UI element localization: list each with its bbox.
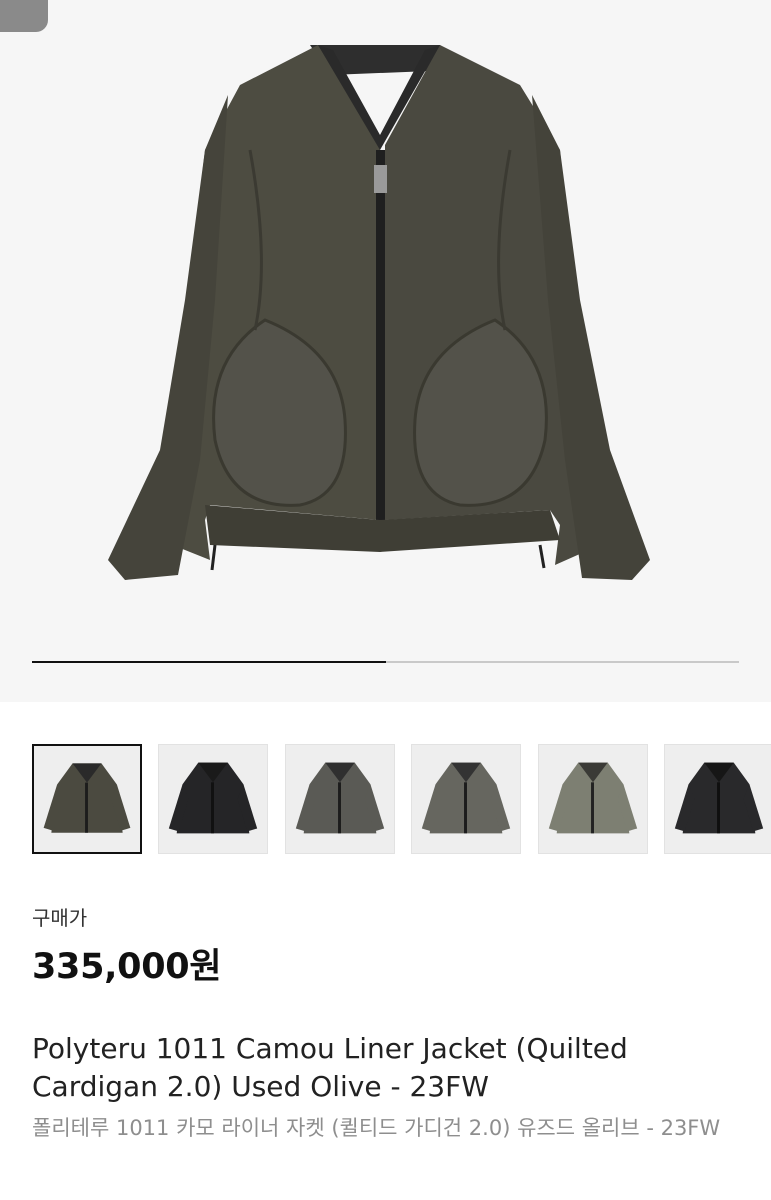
product-image-viewer[interactable]: [0, 0, 771, 702]
product-title-en: Polyteru 1011 Camou Liner Jacket (Quilte…: [32, 1032, 628, 1103]
gallery-progress-fill: [32, 661, 386, 663]
product-main-image[interactable]: [0, 0, 771, 702]
product-title-ko: 폴리테루 1011 카모 라이너 자켓 (퀼티드 가디건 2.0) 유즈드 올리…: [32, 1116, 721, 1140]
thumbnail-3[interactable]: [285, 744, 395, 854]
thumbnail-5[interactable]: [538, 744, 648, 854]
thumbnail-6[interactable]: [664, 744, 771, 854]
price-value: 335,000원: [32, 947, 222, 987]
thumb-jacket-1: [43, 763, 131, 833]
thumbnail-strip[interactable]: [0, 744, 771, 854]
thumbnail-2[interactable]: [158, 744, 268, 854]
price-label: 구매가: [32, 906, 88, 930]
thumbnail-4[interactable]: [411, 744, 521, 854]
thumbnail-1[interactable]: [32, 744, 142, 854]
gallery-progress-track: [32, 661, 739, 663]
